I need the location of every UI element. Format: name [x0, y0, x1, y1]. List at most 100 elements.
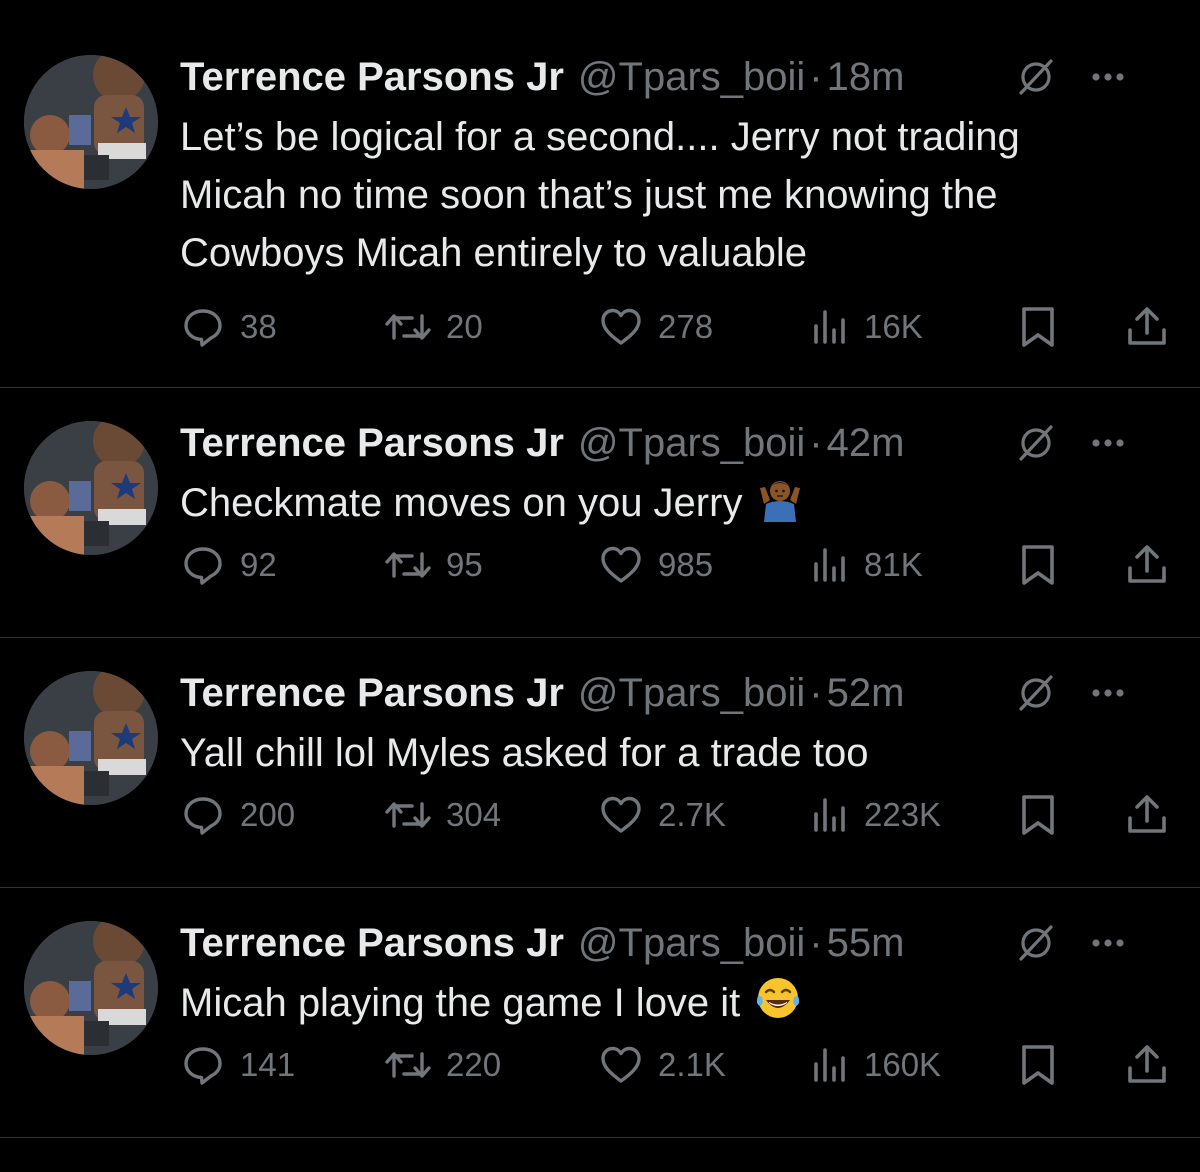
like-button[interactable]: 2.7K	[598, 790, 726, 840]
display-name[interactable]: Terrence Parsons Jr	[180, 918, 564, 968]
tweet-text-content: Micah playing the game I love it	[180, 981, 741, 1025]
views-button[interactable]: 16K	[810, 302, 923, 352]
reply-count: 200	[240, 796, 296, 833]
retweet-icon	[385, 1052, 431, 1078]
tweet-text: Checkmate moves on you Jerry	[180, 474, 1140, 532]
views-count: 81K	[864, 546, 923, 583]
bookmark-button[interactable]	[1016, 790, 1060, 840]
display-name[interactable]: Terrence Parsons Jr	[180, 52, 564, 102]
handle[interactable]: @Tpars_boii	[578, 668, 805, 718]
share-button[interactable]	[1124, 302, 1170, 352]
handle[interactable]: @Tpars_boii	[578, 918, 805, 968]
views-count: 16K	[864, 308, 923, 345]
views-button[interactable]: 81K	[810, 540, 923, 590]
retweet-icon	[385, 552, 431, 578]
grok-icon[interactable]	[1016, 57, 1056, 97]
avatar-image	[24, 671, 158, 805]
bookmark-button[interactable]	[1016, 540, 1060, 590]
shrug-emoji	[760, 481, 801, 522]
tweet[interactable]: Terrence Parsons Jr @Tpars_boii · 55m Mi…	[0, 888, 1200, 1138]
like-count: 2.1K	[658, 1046, 726, 1083]
more-icon[interactable]	[1088, 57, 1128, 97]
reply-button[interactable]: 38	[180, 302, 277, 352]
bookmark-button[interactable]	[1016, 1040, 1060, 1090]
separator: ·	[809, 421, 823, 465]
retweet-button[interactable]: 95	[384, 540, 483, 590]
avatar[interactable]	[24, 55, 158, 189]
timestamp[interactable]: 52m	[827, 668, 905, 718]
reply-count: 38	[240, 308, 277, 345]
more-icon[interactable]	[1088, 423, 1128, 463]
retweet-count: 304	[446, 796, 502, 833]
share-icon	[1128, 795, 1166, 833]
tweet-text: Yall chill lol Myles asked for a trade t…	[180, 731, 869, 775]
bookmark-icon	[1022, 1045, 1054, 1085]
action-bar: 92 95 985 81K	[180, 540, 1180, 590]
display-name[interactable]: Terrence Parsons Jr	[180, 668, 564, 718]
retweet-icon	[385, 314, 431, 340]
reply-icon	[184, 309, 222, 347]
avatar[interactable]	[24, 671, 158, 805]
more-icon[interactable]	[1088, 923, 1128, 963]
avatar[interactable]	[24, 421, 158, 555]
retweet-button[interactable]: 20	[384, 302, 483, 352]
heart-icon	[601, 308, 641, 345]
retweet-count: 20	[446, 308, 483, 345]
reply-button[interactable]: 141	[180, 1040, 295, 1090]
tweet[interactable]: Terrence Parsons Jr @Tpars_boii · 42m Ch…	[0, 388, 1200, 638]
views-button[interactable]: 223K	[810, 790, 941, 840]
tweet[interactable]: Terrence Parsons Jr @Tpars_boii · 52m Ya…	[0, 638, 1200, 888]
share-button[interactable]	[1124, 540, 1170, 590]
bookmark-icon	[1022, 307, 1054, 347]
reply-icon	[184, 797, 222, 835]
like-count: 278	[658, 308, 714, 345]
more-icon[interactable]	[1088, 673, 1128, 713]
timestamp[interactable]: 42m	[827, 418, 905, 468]
reply-icon	[184, 1047, 222, 1085]
views-icon	[814, 1048, 845, 1082]
reply-count: 141	[240, 1046, 296, 1083]
timestamp[interactable]: 18m	[827, 52, 905, 102]
heart-icon	[601, 546, 641, 583]
share-icon	[1128, 1045, 1166, 1083]
share-button[interactable]	[1124, 790, 1170, 840]
like-button[interactable]: 2.1K	[598, 1040, 726, 1090]
tweet-header: Terrence Parsons Jr @Tpars_boii · 55m	[180, 918, 1160, 968]
avatar-image	[24, 55, 158, 189]
like-button[interactable]: 278	[598, 302, 713, 352]
grok-icon[interactable]	[1016, 673, 1056, 713]
bookmark-icon	[1022, 545, 1054, 585]
reply-count: 92	[240, 546, 277, 583]
like-button[interactable]: 985	[598, 540, 713, 590]
retweet-count: 95	[446, 546, 483, 583]
share-icon	[1128, 307, 1166, 345]
like-count: 2.7K	[658, 796, 726, 833]
reply-button[interactable]: 200	[180, 790, 295, 840]
views-count: 223K	[864, 796, 942, 833]
tweet[interactable]: Terrence Parsons Jr @Tpars_boii · 18m Le…	[0, 0, 1200, 388]
action-bar: 141 220 2.1K 160K	[180, 1040, 1180, 1090]
grok-icon[interactable]	[1016, 423, 1056, 463]
bookmark-button[interactable]	[1016, 302, 1060, 352]
tweet-header: Terrence Parsons Jr @Tpars_boii · 42m	[180, 418, 1160, 468]
avatar[interactable]	[24, 921, 158, 1055]
retweet-count: 220	[446, 1046, 502, 1083]
timestamp[interactable]: 55m	[827, 918, 905, 968]
share-icon	[1128, 545, 1166, 583]
retweet-button[interactable]: 220	[384, 1040, 501, 1090]
avatar-image	[24, 921, 158, 1055]
action-bar: 38 20 278 16K	[180, 302, 1180, 352]
bookmark-icon	[1022, 795, 1054, 835]
views-icon	[814, 548, 845, 582]
grok-icon[interactable]	[1016, 923, 1056, 963]
like-count: 985	[658, 546, 714, 583]
views-button[interactable]: 160K	[810, 1040, 941, 1090]
retweet-button[interactable]: 304	[384, 790, 501, 840]
display-name[interactable]: Terrence Parsons Jr	[180, 418, 564, 468]
handle[interactable]: @Tpars_boii	[578, 418, 805, 468]
reply-button[interactable]: 92	[180, 540, 277, 590]
timeline-feed: Terrence Parsons Jr @Tpars_boii · 18m Le…	[0, 0, 1200, 1138]
views-icon	[814, 798, 845, 832]
handle[interactable]: @Tpars_boii	[578, 52, 805, 102]
share-button[interactable]	[1124, 1040, 1170, 1090]
